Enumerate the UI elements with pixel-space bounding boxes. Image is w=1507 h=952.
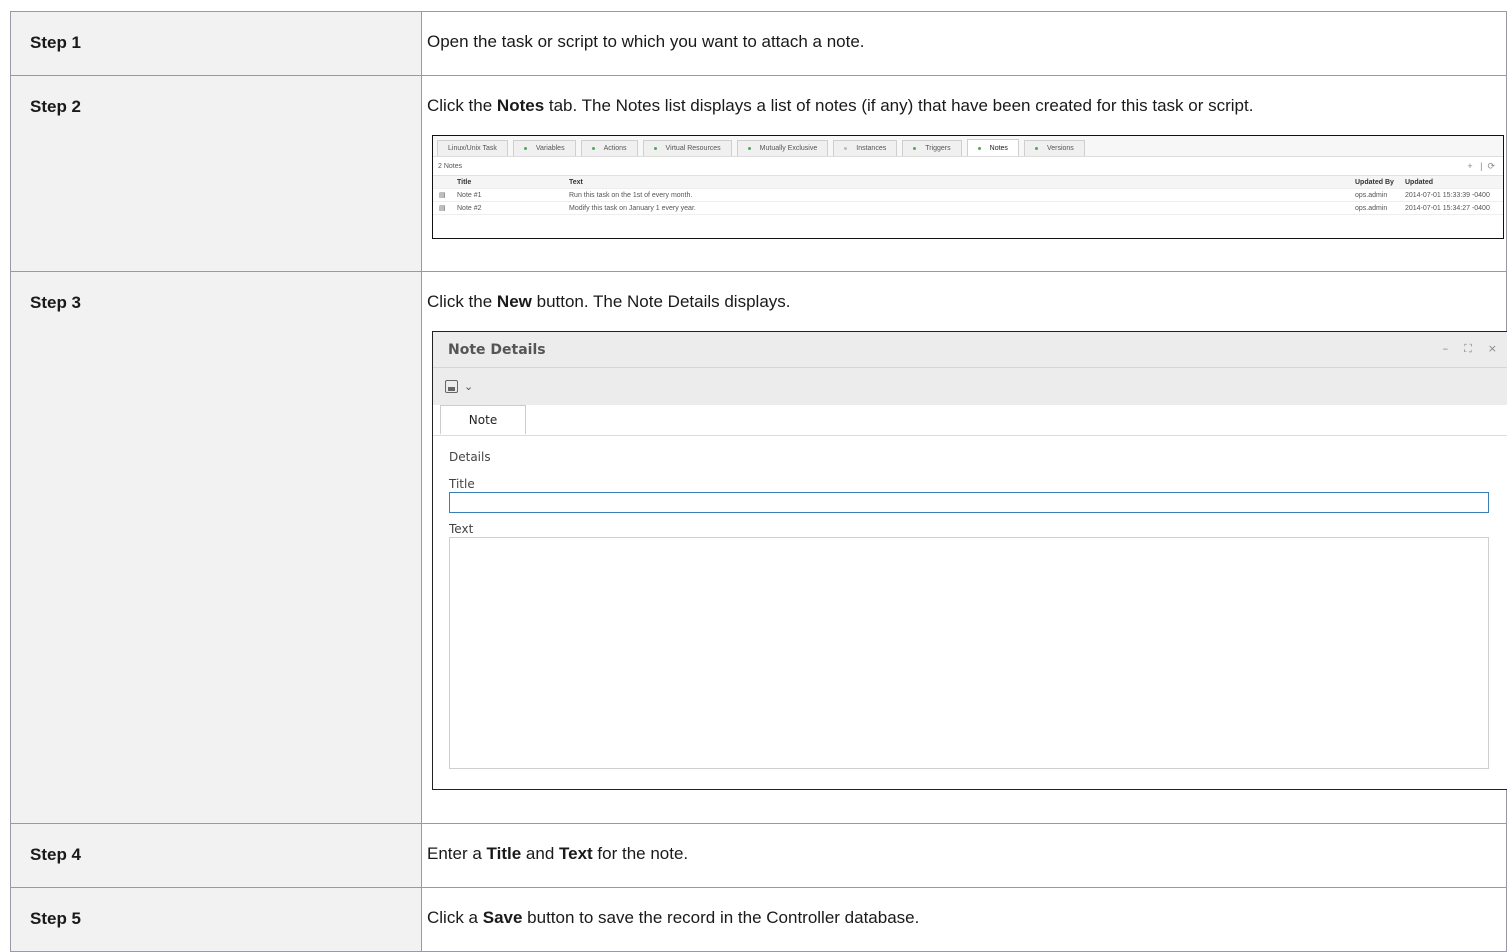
chevron-down-icon[interactable]: ⌄: [464, 380, 473, 393]
tab-label: Actions: [603, 145, 627, 152]
dialog-body: Details Title Text: [433, 436, 1507, 769]
note-title: Note #1: [457, 191, 482, 199]
bold-term: Title: [486, 844, 522, 863]
step-instruction: Click a Save button to save the record i…: [422, 888, 1506, 928]
save-icon[interactable]: [445, 380, 458, 393]
tab-note[interactable]: Note: [440, 405, 526, 435]
status-dot-icon: [523, 147, 527, 150]
column-header-text[interactable]: Text: [569, 179, 1355, 186]
note-updated-by: ops.admin: [1355, 191, 1388, 199]
step-label: Step 4: [30, 845, 82, 864]
steps-table: Step 1 Open the task or script to which …: [10, 11, 1507, 952]
instruction-text: Click a: [427, 908, 483, 927]
close-icon[interactable]: ×: [1488, 342, 1497, 356]
notes-header-row: Title Text Updated By Updated: [433, 176, 1503, 189]
instruction-text: and: [521, 844, 559, 863]
note-icon: ▤: [439, 205, 446, 212]
note-updated: 2014-07-01 15:34:27 -0400: [1405, 204, 1490, 212]
step-label: Step 2: [30, 97, 82, 116]
column-header-updated-by[interactable]: Updated By: [1355, 179, 1405, 186]
bold-term: Notes: [496, 96, 545, 115]
step-row-4: Step 4 Enter a Title and Text for the no…: [10, 823, 1507, 888]
instruction-text: Click the: [427, 292, 497, 311]
tab-linux-unix-task[interactable]: Linux/Unix Task: [437, 140, 508, 156]
dialog-title: Note Details: [448, 341, 546, 358]
text-label: Text: [449, 522, 474, 536]
tab-mutually-exclusive[interactable]: Mutually Exclusive: [736, 140, 829, 156]
tab-versions[interactable]: Versions: [1023, 140, 1085, 156]
tab-notes[interactable]: Notes: [966, 139, 1019, 156]
bold-term: Text: [559, 844, 593, 863]
tab-label: Mutually Exclusive: [759, 145, 818, 152]
tab-actions[interactable]: Actions: [580, 140, 638, 156]
status-dot-icon: [844, 147, 848, 150]
note-details-screenshot: Note Details – ⛶ × ⌄ Note Details Title …: [432, 331, 1507, 790]
title-label: Title: [449, 477, 475, 491]
status-dot-icon: [653, 147, 657, 150]
tab-triggers[interactable]: Triggers: [902, 140, 962, 156]
note-text: Run this task on the 1st of every month.: [569, 191, 693, 199]
step-row-5: Step 5 Click a Save button to save the r…: [10, 887, 1507, 952]
refresh-icon[interactable]: ⟳: [1487, 161, 1495, 171]
tab-virtual-resources[interactable]: Virtual Resources: [642, 140, 732, 156]
instruction-text: Enter a: [427, 844, 487, 863]
dialog-tab-bar: Note: [433, 405, 1507, 436]
instruction-text: tab. The Notes list displays a list of n…: [544, 96, 1254, 115]
notes-count: 2 Notes: [438, 162, 463, 170]
notes-list-screenshot: Linux/Unix Task Variables Actions Virtual R…: [432, 135, 1504, 239]
tab-instances[interactable]: Instances: [833, 140, 898, 156]
text-area-field[interactable]: [449, 537, 1489, 769]
step-row-3: Step 3 Click the New button. The Note De…: [10, 271, 1507, 824]
instruction-text: for the note.: [592, 844, 689, 863]
step-instruction: Click the Notes tab. The Notes list disp…: [422, 76, 1506, 116]
tab-label: Virtual Resources: [665, 145, 721, 152]
maximize-icon[interactable]: ⛶: [1464, 342, 1472, 356]
tab-variables[interactable]: Variables: [512, 140, 576, 156]
add-icon[interactable]: +: [1467, 161, 1472, 171]
minimize-icon[interactable]: –: [1443, 342, 1449, 356]
status-dot-icon: [913, 147, 917, 150]
note-icon: ▤: [439, 192, 446, 199]
instruction-text: Click the: [427, 96, 497, 115]
status-dot-icon: [747, 147, 751, 150]
section-heading: Details: [449, 450, 491, 464]
status-dot-icon: [591, 147, 595, 150]
step-label: Step 3: [30, 293, 82, 312]
status-dot-icon: [1034, 147, 1038, 150]
step-instruction: Click the New button. The Note Details d…: [422, 272, 1506, 312]
task-tab-bar: Linux/Unix Task Variables Actions Virtual R…: [433, 136, 1503, 157]
note-updated-by: ops.admin: [1355, 204, 1388, 212]
tab-label: Instances: [856, 145, 887, 152]
status-dot-icon: [977, 146, 981, 150]
step-row-2: Step 2 Click the Notes tab. The Notes li…: [10, 75, 1507, 272]
note-title: Note #2: [457, 204, 482, 212]
step-instruction: Enter a Title and Text for the note.: [422, 824, 1506, 864]
instruction-text: button. The Note Details displays.: [531, 292, 791, 311]
bold-term: Save: [482, 908, 523, 927]
note-updated: 2014-07-01 15:33:39 -0400: [1405, 191, 1490, 199]
column-header-title[interactable]: Title: [457, 179, 569, 186]
tab-label: Triggers: [925, 145, 951, 152]
tab-label: Variables: [535, 145, 565, 152]
dialog-toolbar: ⌄: [433, 368, 1507, 405]
step-instruction: Open the task or script to which you wan…: [422, 12, 1506, 52]
note-text: Modify this task on January 1 every year…: [569, 204, 696, 212]
title-field[interactable]: [449, 492, 1489, 513]
dialog-header: Note Details – ⛶ ×: [433, 332, 1507, 368]
table-row[interactable]: ▤ Note #2 Modify this task on January 1 …: [433, 202, 1503, 215]
notes-count-bar: 2 Notes + | ⟳: [433, 157, 1503, 176]
tab-label: Versions: [1046, 145, 1074, 152]
step-row-1: Step 1 Open the task or script to which …: [10, 11, 1507, 76]
instruction-text: Open the task or script to which you wan…: [427, 32, 865, 51]
step-label: Step 5: [30, 909, 82, 928]
tab-label: Notes: [989, 144, 1008, 152]
bold-term: New: [496, 292, 532, 311]
table-row[interactable]: ▤ Note #1 Run this task on the 1st of ev…: [433, 189, 1503, 202]
tab-label: Linux/Unix Task: [448, 145, 497, 152]
instruction-text: button to save the record in the Control…: [522, 908, 920, 927]
step-label: Step 1: [30, 33, 82, 52]
column-header-updated[interactable]: Updated: [1405, 179, 1503, 186]
